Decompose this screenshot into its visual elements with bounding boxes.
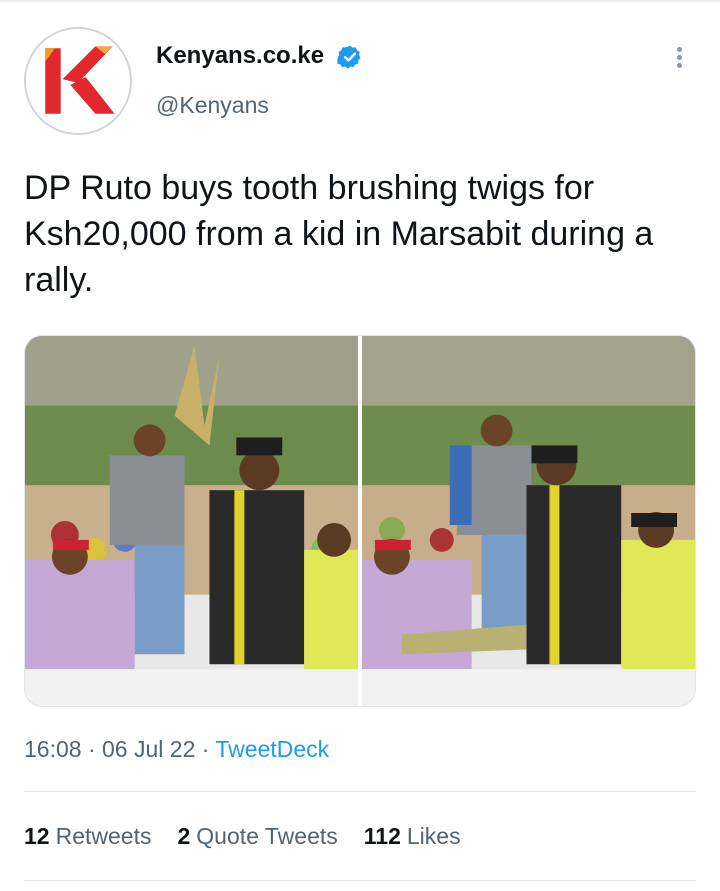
likes-label: Likes bbox=[406, 823, 461, 849]
stats-divider-top bbox=[24, 791, 696, 792]
more-options-icon[interactable] bbox=[664, 44, 694, 74]
meta-separator: · bbox=[87, 736, 103, 762]
top-divider bbox=[0, 0, 720, 2]
tweet-date[interactable]: 06 Jul 22 bbox=[102, 736, 195, 762]
quote-tweets-label: Quote Tweets bbox=[196, 823, 338, 849]
rally-photo-left bbox=[25, 336, 358, 706]
likes-count: 112 bbox=[363, 823, 401, 849]
tweet-media-grid bbox=[24, 335, 696, 707]
tweet-meta: 16:08 · 06 Jul 22 · TweetDeck bbox=[24, 736, 329, 763]
retweets-stat[interactable]: 12 Retweets bbox=[24, 823, 151, 850]
quote-tweets-count: 2 bbox=[177, 823, 191, 849]
kenyans-logo-icon bbox=[26, 29, 130, 133]
tweet-photo-2[interactable] bbox=[362, 336, 695, 706]
profile-avatar[interactable] bbox=[24, 27, 132, 135]
tweet-photo-1[interactable] bbox=[25, 336, 358, 706]
account-handle[interactable]: @Kenyans bbox=[156, 92, 269, 119]
retweets-label: Retweets bbox=[55, 823, 152, 849]
tweet-stats: 12 Retweets 2 Quote Tweets 112 Likes bbox=[24, 823, 461, 850]
tweet-text: DP Ruto buys tooth brushing twigs for Ks… bbox=[24, 169, 663, 299]
display-name[interactable]: Kenyans.co.ke bbox=[156, 42, 324, 70]
stats-divider-bottom bbox=[24, 880, 696, 881]
rally-photo-right bbox=[362, 336, 695, 706]
likes-stat[interactable]: 112 Likes bbox=[364, 823, 461, 850]
verified-badge-icon bbox=[337, 45, 361, 69]
quote-tweets-stat[interactable]: 2 Quote Tweets bbox=[177, 823, 337, 850]
meta-separator: · bbox=[201, 736, 216, 762]
tweet-time[interactable]: 16:08 bbox=[24, 736, 82, 762]
retweets-count: 12 bbox=[24, 823, 50, 849]
tweet-source[interactable]: TweetDeck bbox=[215, 736, 329, 762]
